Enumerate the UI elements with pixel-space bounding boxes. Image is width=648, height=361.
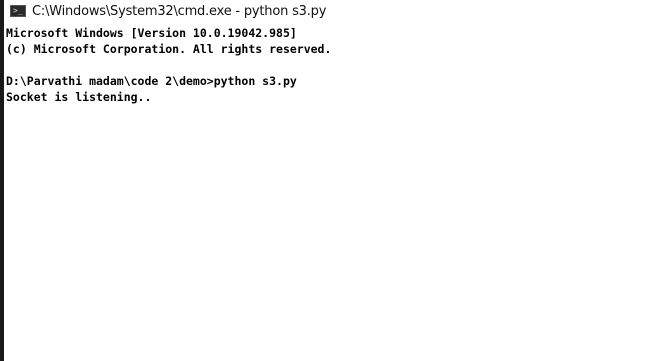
- title-bar[interactable]: >_ C:\Windows\System32\cmd.exe - python …: [4, 0, 648, 22]
- cmd-console-icon[interactable]: >_: [10, 5, 26, 17]
- console-line-output: Socket is listening..: [6, 90, 152, 104]
- console-line-copyright: (c) Microsoft Corporation. All rights re…: [6, 42, 332, 56]
- console-line-version: Microsoft Windows [Version 10.0.19042.98…: [6, 26, 297, 40]
- console-prompt-glyph: >_: [13, 6, 23, 15]
- window-title: C:\Windows\System32\cmd.exe - python s3.…: [32, 3, 327, 19]
- console-output[interactable]: Microsoft Windows [Version 10.0.19042.98…: [4, 22, 648, 105]
- console-line-command: D:\Parvathi madam\code 2\demo>python s3.…: [6, 74, 297, 88]
- cmd-window: >_ C:\Windows\System32\cmd.exe - python …: [0, 0, 648, 361]
